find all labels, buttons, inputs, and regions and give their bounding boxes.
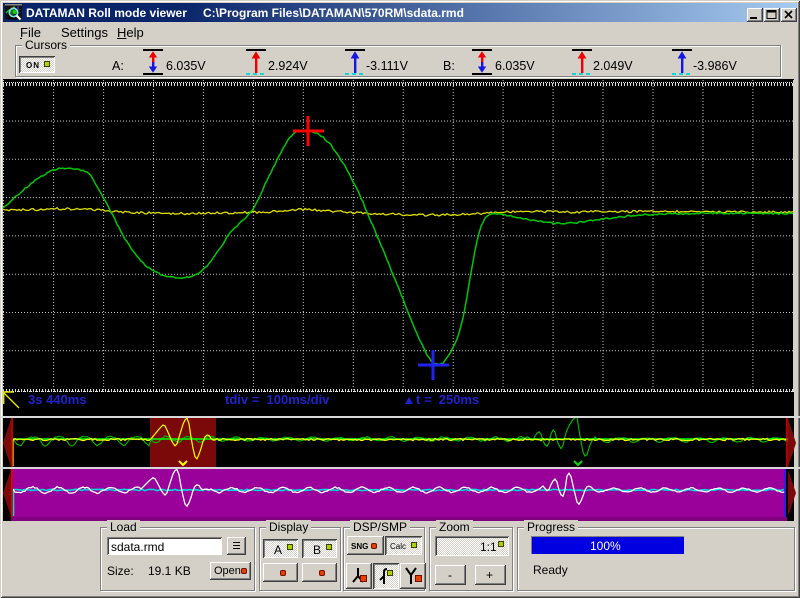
svg-text:tdiv = 100ms/div: tdiv = 100ms/div [225, 392, 330, 407]
svg-text:t = 250ms: t = 250ms [416, 392, 479, 407]
svg-text:3s 440ms: 3s 440ms [28, 392, 87, 407]
